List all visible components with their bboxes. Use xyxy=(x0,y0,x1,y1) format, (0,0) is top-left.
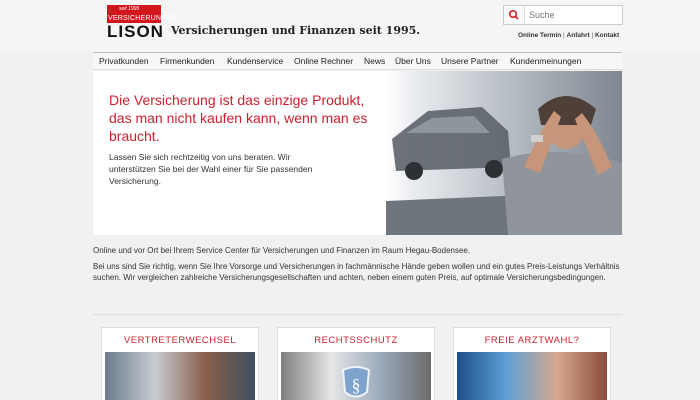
page: seit 1995 VERSICHERUNGEN LISON Versicher… xyxy=(0,0,700,400)
card-title: FREIE ARZTWAHL? xyxy=(484,335,580,346)
link-online-termin[interactable]: Online Termin xyxy=(518,32,561,39)
logo-name: LISON xyxy=(107,22,164,41)
nav-firmenkunden[interactable]: Firmenkunden xyxy=(160,56,214,66)
nav-news[interactable]: News xyxy=(364,56,385,66)
card-title: VERTRETERWECHSEL xyxy=(123,335,237,346)
card-rechtsschutz[interactable]: RECHTSSCHUTZ § xyxy=(277,327,435,400)
hero-body-text: Lassen Sie sich rechtzeitig von uns bera… xyxy=(109,152,313,186)
card-title: RECHTSSCHUTZ xyxy=(314,335,398,346)
search-input[interactable] xyxy=(525,6,619,24)
svg-text:§: § xyxy=(352,375,361,395)
hero-photo xyxy=(386,71,622,235)
top-links: Online Termin | Anfahrt | Kontakt xyxy=(518,32,619,39)
site-tagline: Versicherungen und Finanzen seit 1995. xyxy=(171,24,421,37)
card-freie-arztwahl[interactable]: FREIE ARZTWAHL? xyxy=(453,327,611,400)
search-box xyxy=(503,5,623,25)
main-nav: Privatkunden Firmenkunden Kundenservice … xyxy=(93,52,622,70)
logo-versicherungen: VERSICHERUNGEN xyxy=(108,15,177,22)
intro-paragraph: Bei uns sind Sie richtig, wenn Sie Ihre … xyxy=(93,262,620,282)
card-photo-paragraph-shield: § xyxy=(281,352,431,400)
logo[interactable]: seit 1995 VERSICHERUNGEN LISON xyxy=(107,5,177,41)
header: seit 1995 VERSICHERUNGEN LISON Versicher… xyxy=(0,0,700,52)
logo-small-text: seit 1995 xyxy=(119,6,140,12)
nav-privatkunden[interactable]: Privatkunden xyxy=(99,56,149,66)
paragraph-shield-icon: § xyxy=(341,366,371,398)
intro-paragraph: Online und vor Ort bei Ihrem Service Cen… xyxy=(93,246,471,255)
search-button[interactable] xyxy=(504,6,525,24)
intro-text: Online und vor Ort bei Ihrem Service Cen… xyxy=(93,245,621,288)
link-kontakt[interactable]: Kontakt xyxy=(595,32,619,39)
nav-kundenmeinungen[interactable]: Kundenmeinungen xyxy=(510,56,581,66)
card-photo-handshake xyxy=(105,352,255,400)
hero-headline: Die Versicherung ist das einzige Produkt… xyxy=(109,92,368,144)
crashed-car-illustration xyxy=(386,96,622,235)
nav-online-rechner[interactable]: Online Rechner xyxy=(294,56,353,66)
hero-banner: Die Versicherung ist das einzige Produkt… xyxy=(93,71,622,235)
section-divider xyxy=(93,314,622,315)
logo-banner: seit 1995 VERSICHERUNGEN xyxy=(107,5,177,23)
search-icon xyxy=(508,9,519,20)
nav-unsere-partner[interactable]: Unsere Partner xyxy=(441,56,499,66)
link-anfahrt[interactable]: Anfahrt xyxy=(567,32,590,39)
nav-kundenservice[interactable]: Kundenservice xyxy=(227,56,283,66)
nav-ueber-uns[interactable]: Über Uns xyxy=(395,56,431,66)
card-photo-doctor-patient xyxy=(457,352,607,400)
card-vertreterwechsel[interactable]: VERTRETERWECHSEL xyxy=(101,327,259,400)
